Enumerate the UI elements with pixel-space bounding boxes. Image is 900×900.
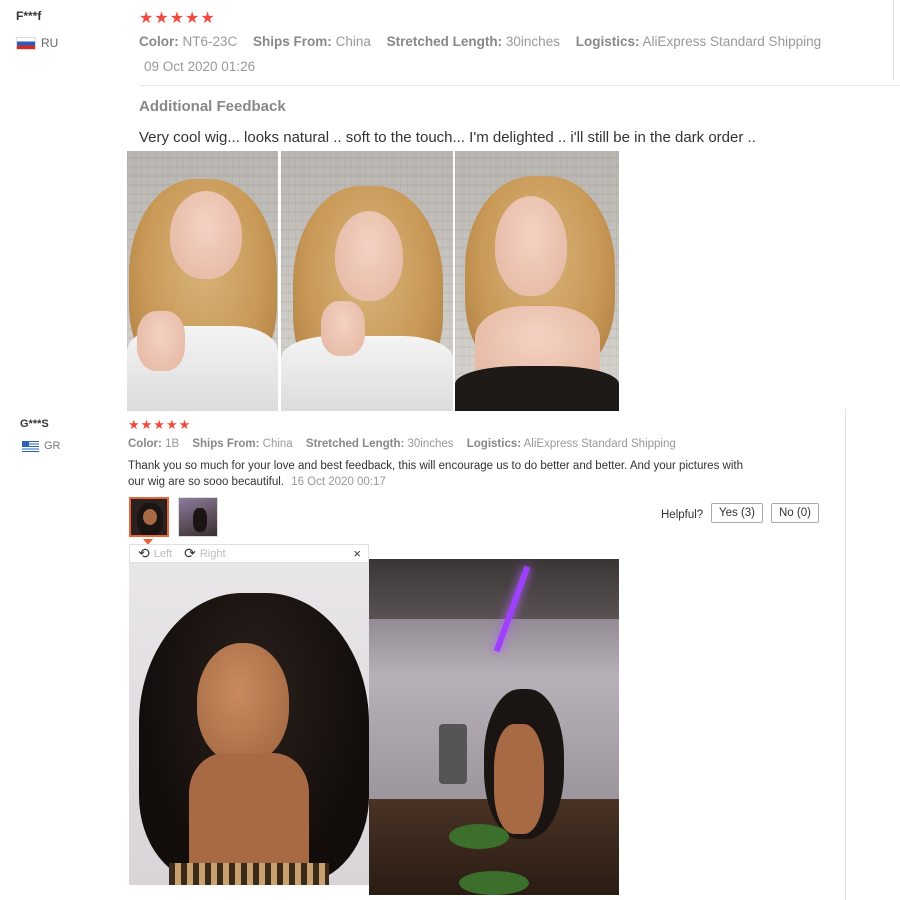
order-attributes: Color: 1B Ships From: China Stretched Le… <box>128 438 686 450</box>
review-thumbnail[interactable] <box>178 497 218 537</box>
review-photo[interactable] <box>127 151 278 411</box>
review-date: 16 Oct 2020 00:17 <box>291 476 386 488</box>
reviewer-name: G***S <box>20 418 49 430</box>
image-viewer-toolbar: ⟲ Left ⟳ Right × <box>129 544 369 563</box>
color-value: NT6-23C <box>182 34 238 49</box>
reviewer-country: GR <box>22 440 61 452</box>
helpful-yes-button[interactable]: Yes (3) <box>711 503 764 523</box>
rotate-right-button[interactable]: ⟳ Right <box>184 545 225 562</box>
color-label: Color: <box>139 34 179 49</box>
review-thumbnail-active[interactable] <box>129 497 169 537</box>
review-date: 09 Oct 2020 01:26 <box>144 59 256 74</box>
rotate-left-label: Left <box>153 547 173 560</box>
column-divider <box>893 0 894 80</box>
rotate-left-icon: ⟲ <box>138 545 150 561</box>
logistics-value: AliExpress Standard Shipping <box>642 34 822 49</box>
section-divider <box>139 85 900 86</box>
rotate-right-icon: ⟳ <box>184 545 196 561</box>
helpful-label: Helpful? <box>661 509 704 521</box>
review-text: Thank you so much for your love and best… <box>128 458 748 490</box>
stretched-length-label: Stretched Length: <box>386 34 503 49</box>
russia-flag-icon <box>16 36 36 50</box>
additional-feedback-title: Additional Feedback <box>139 98 286 115</box>
ships-from-label: Ships From: <box>192 438 260 450</box>
stretched-length-label: Stretched Length: <box>305 438 405 450</box>
rating-stars: ★★★★★ <box>128 417 192 432</box>
greece-flag-icon <box>22 440 39 452</box>
close-icon[interactable]: × <box>353 546 361 561</box>
color-label: Color: <box>128 438 162 450</box>
reviewer-name: F***f <box>16 9 42 23</box>
review-photo[interactable] <box>281 151 453 411</box>
column-divider <box>845 409 846 900</box>
helpful-no-button[interactable]: No (0) <box>771 503 819 523</box>
logistics-label: Logistics: <box>466 438 522 450</box>
color-value: 1B <box>165 438 180 450</box>
logistics-label: Logistics: <box>575 34 640 49</box>
rotate-left-button[interactable]: ⟲ Left <box>138 545 172 562</box>
rating-stars: ★★★★★ <box>139 10 216 27</box>
ships-from-value: China <box>335 34 371 49</box>
review-photo[interactable] <box>455 151 619 411</box>
expanded-review-photo[interactable] <box>129 563 369 885</box>
stretched-length-value: 30inches <box>505 34 560 49</box>
country-code: GR <box>44 440 61 452</box>
reviewer-country: RU <box>16 36 58 50</box>
order-attributes: Color: NT6-23C Ships From: China Stretch… <box>139 34 833 49</box>
rotate-right-label: Right <box>199 547 226 560</box>
logistics-value: AliExpress Standard Shipping <box>523 438 676 450</box>
review-text: Very cool wig... looks natural .. soft t… <box>139 129 756 146</box>
ships-from-value: China <box>262 438 293 450</box>
ships-from-label: Ships From: <box>253 34 332 49</box>
review-body: Thank you so much for your love and best… <box>128 460 743 488</box>
stretched-length-value: 30inches <box>407 438 454 450</box>
expanded-review-photo[interactable] <box>369 559 619 895</box>
country-code: RU <box>41 36 59 50</box>
